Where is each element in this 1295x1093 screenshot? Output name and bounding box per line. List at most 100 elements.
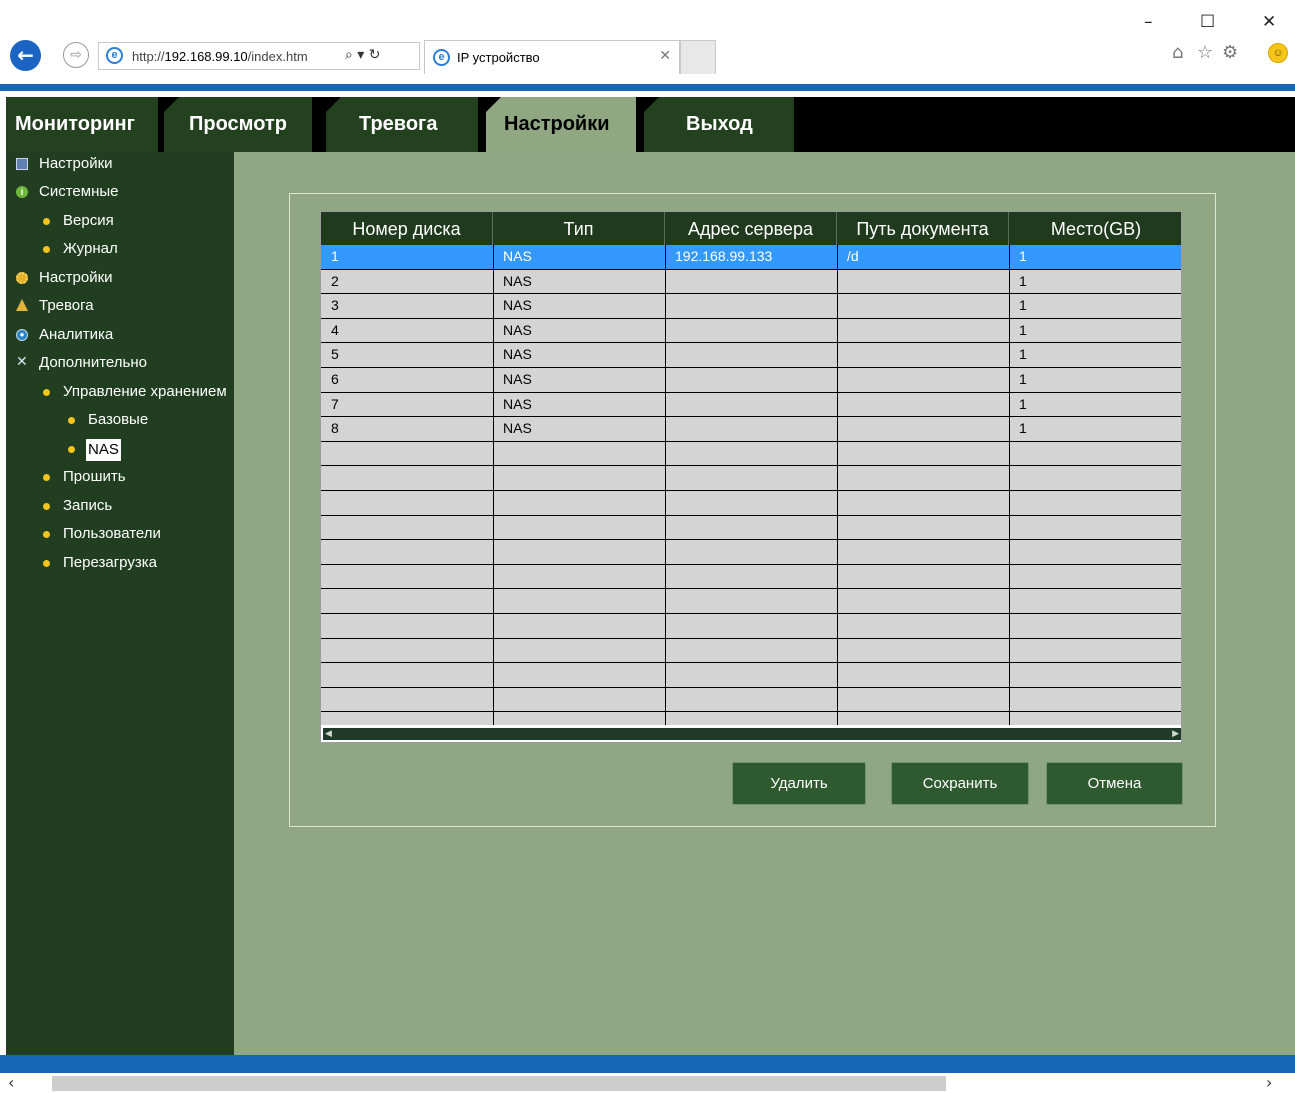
cell-document-path[interactable]: [837, 393, 1009, 417]
cell-disk-number[interactable]: 4: [321, 319, 493, 343]
favorites-icon[interactable]: ☆: [1197, 42, 1213, 63]
table-row[interactable]: [321, 466, 1181, 491]
cell-type[interactable]: NAS: [493, 319, 665, 343]
sidebar-item-storage-management[interactable]: Управление хранением: [6, 380, 234, 404]
cell-server-address[interactable]: [665, 688, 837, 712]
cell-type[interactable]: [493, 516, 665, 540]
column-header-disk-number[interactable]: Номер диска: [321, 212, 493, 245]
sidebar-item-basic[interactable]: Базовые: [6, 408, 234, 432]
cell-server-address[interactable]: [665, 565, 837, 589]
cell-type[interactable]: NAS: [493, 294, 665, 318]
table-row[interactable]: [321, 540, 1181, 565]
table-row[interactable]: [321, 639, 1181, 664]
cell-type[interactable]: [493, 466, 665, 490]
cell-document-path[interactable]: [837, 270, 1009, 294]
cell-type[interactable]: NAS: [493, 393, 665, 417]
sidebar-item-log[interactable]: Журнал: [6, 237, 234, 261]
cell-space-gb[interactable]: 1: [1009, 368, 1181, 392]
minimize-icon[interactable]: –: [1144, 12, 1153, 32]
cell-space-gb[interactable]: [1009, 565, 1181, 589]
scrollbar-track[interactable]: [323, 728, 1181, 740]
cell-document-path[interactable]: [837, 491, 1009, 515]
cell-type[interactable]: [493, 688, 665, 712]
sidebar-item-firmware[interactable]: Прошить: [6, 465, 234, 489]
tab-alarm[interactable]: Тревога: [326, 97, 478, 152]
cell-server-address[interactable]: [665, 417, 837, 441]
cell-disk-number[interactable]: [321, 442, 493, 466]
cell-disk-number[interactable]: [321, 491, 493, 515]
cell-disk-number[interactable]: [321, 565, 493, 589]
cell-document-path[interactable]: [837, 688, 1009, 712]
tab-exit[interactable]: Выход: [644, 97, 794, 152]
tab-close-icon[interactable]: ✕: [659, 48, 671, 64]
cell-server-address[interactable]: [665, 343, 837, 367]
cell-type[interactable]: NAS: [493, 270, 665, 294]
cell-type[interactable]: NAS: [493, 343, 665, 367]
sidebar-item-alarm[interactable]: Тревога: [6, 294, 234, 318]
cell-server-address[interactable]: [665, 270, 837, 294]
cell-space-gb[interactable]: [1009, 442, 1181, 466]
cell-type[interactable]: [493, 540, 665, 564]
cell-space-gb[interactable]: 1: [1009, 245, 1181, 269]
table-row[interactable]: 3 NAS 1: [321, 294, 1181, 319]
cell-disk-number[interactable]: 7: [321, 393, 493, 417]
cell-document-path[interactable]: [837, 540, 1009, 564]
cell-disk-number[interactable]: [321, 589, 493, 613]
cell-space-gb[interactable]: [1009, 688, 1181, 712]
new-tab-button[interactable]: [680, 40, 716, 74]
cell-server-address[interactable]: [665, 589, 837, 613]
nas-table[interactable]: Номер диска Тип Адрес сервера Путь докум…: [320, 211, 1182, 743]
cell-server-address[interactable]: [665, 516, 837, 540]
page-scroll-thumb[interactable]: [52, 1076, 946, 1091]
table-row[interactable]: 2 NAS 1: [321, 270, 1181, 295]
sidebar-item-system[interactable]: i Системные: [6, 180, 234, 204]
cell-type[interactable]: NAS: [493, 417, 665, 441]
cell-disk-number[interactable]: [321, 466, 493, 490]
cell-document-path[interactable]: [837, 516, 1009, 540]
cell-type[interactable]: [493, 614, 665, 638]
cell-document-path[interactable]: [837, 589, 1009, 613]
table-row[interactable]: 4 NAS 1: [321, 319, 1181, 344]
cell-server-address[interactable]: [665, 663, 837, 687]
cell-disk-number[interactable]: [321, 614, 493, 638]
cell-document-path[interactable]: [837, 639, 1009, 663]
cell-server-address[interactable]: [665, 491, 837, 515]
scroll-right-icon[interactable]: ▶: [1172, 729, 1179, 739]
settings-icon[interactable]: ⚙: [1222, 42, 1238, 63]
table-row[interactable]: [321, 663, 1181, 688]
cell-type[interactable]: [493, 565, 665, 589]
cell-document-path[interactable]: [837, 417, 1009, 441]
table-row[interactable]: [321, 491, 1181, 516]
cell-server-address[interactable]: [665, 466, 837, 490]
sidebar-item-analytics[interactable]: ● Аналитика: [6, 323, 234, 347]
cell-type[interactable]: NAS: [493, 245, 665, 269]
cell-type[interactable]: [493, 589, 665, 613]
sidebar-item-nas[interactable]: NAS: [6, 437, 234, 461]
cell-server-address[interactable]: 192.168.99.133: [665, 245, 837, 269]
sidebar-item-settings[interactable]: Настройки: [6, 266, 234, 290]
column-header-type[interactable]: Тип: [493, 212, 665, 245]
close-window-icon[interactable]: ✕: [1262, 12, 1276, 32]
sidebar-item-users[interactable]: Пользователи: [6, 522, 234, 546]
cell-disk-number[interactable]: 1: [321, 245, 493, 269]
cell-space-gb[interactable]: 1: [1009, 417, 1181, 441]
cell-disk-number[interactable]: 2: [321, 270, 493, 294]
cell-server-address[interactable]: [665, 639, 837, 663]
cell-disk-number[interactable]: [321, 688, 493, 712]
table-row[interactable]: 8 NAS 1: [321, 417, 1181, 442]
table-row[interactable]: [321, 688, 1181, 713]
cell-space-gb[interactable]: 1: [1009, 294, 1181, 318]
cell-server-address[interactable]: [665, 368, 837, 392]
cell-disk-number[interactable]: 8: [321, 417, 493, 441]
cell-disk-number[interactable]: [321, 639, 493, 663]
cell-server-address[interactable]: [665, 294, 837, 318]
page-scroll-left-icon[interactable]: ‹: [8, 1073, 14, 1092]
cell-space-gb[interactable]: [1009, 540, 1181, 564]
cell-document-path[interactable]: [837, 343, 1009, 367]
table-row[interactable]: 7 NAS 1: [321, 393, 1181, 418]
cell-server-address[interactable]: [665, 614, 837, 638]
cell-space-gb[interactable]: 1: [1009, 343, 1181, 367]
cell-disk-number[interactable]: [321, 516, 493, 540]
cell-disk-number[interactable]: [321, 540, 493, 564]
cell-document-path[interactable]: [837, 368, 1009, 392]
